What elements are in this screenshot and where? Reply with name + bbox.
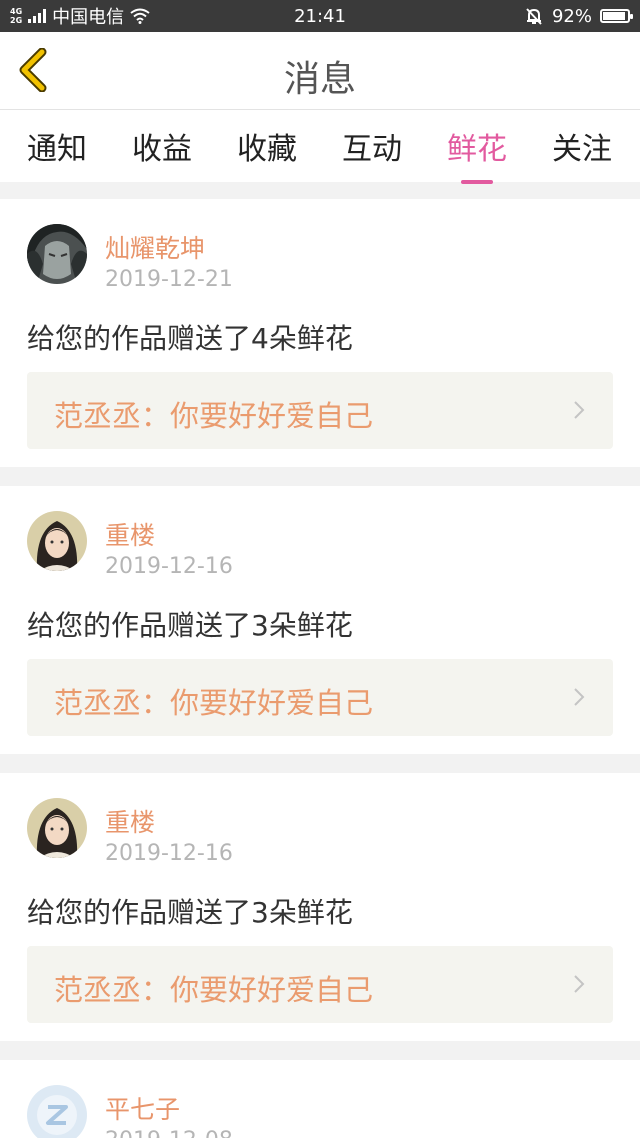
user-avatar[interactable] <box>27 511 87 571</box>
work-title: 范丞丞：你要好好爱自己 <box>54 399 374 433</box>
sender-name[interactable]: 灿耀乾坤 <box>105 229 205 265</box>
tab-notifications[interactable]: 通知 <box>12 124 102 168</box>
tab-bar: 通知 收益 收藏 互动 鲜花 关注 <box>0 110 640 184</box>
battery-fill <box>603 12 626 20</box>
chevron-right-icon <box>574 688 585 706</box>
message-card: 平七子 2019-12-08 <box>0 1060 640 1138</box>
nav-bar: 消息 <box>0 32 640 110</box>
work-link[interactable]: 范丞丞：你要好好爱自己 <box>27 946 613 1023</box>
active-tab-indicator <box>461 180 493 184</box>
user-avatar[interactable] <box>27 798 87 858</box>
tab-label: 收藏 <box>237 132 297 167</box>
tab-earnings[interactable]: 收益 <box>117 124 207 168</box>
sender-name[interactable]: 平七子 <box>105 1090 180 1126</box>
work-title: 范丞丞：你要好好爱自己 <box>54 973 374 1007</box>
work-link[interactable]: 范丞丞：你要好好爱自己 <box>27 659 613 736</box>
battery-icon <box>600 9 633 23</box>
sender-name[interactable]: 重楼 <box>105 803 155 839</box>
message-content: 给您的作品赠送了3朵鲜花 <box>27 609 353 642</box>
status-bar: 4G 2G 中国电信 21:41 92% <box>0 0 640 32</box>
user-avatar[interactable] <box>27 224 87 284</box>
page-title: 消息 <box>283 59 356 100</box>
user-avatar[interactable] <box>27 1085 87 1138</box>
message-date: 2019-12-08 <box>105 1128 233 1138</box>
alarm-muted-icon <box>526 8 542 25</box>
work-link[interactable]: 范丞丞：你要好好爱自己 <box>27 372 613 449</box>
chevron-right-icon <box>574 975 585 993</box>
tab-label: 关注 <box>552 132 612 167</box>
message-date: 2019-12-16 <box>105 554 233 579</box>
message-card: 重楼 2019-12-16 给您的作品赠送了3朵鲜花 范丞丞：你要好好爱自己 <box>0 486 640 754</box>
battery-percent: 92% <box>551 5 592 27</box>
chevron-right-icon <box>574 401 585 419</box>
message-card: 灿耀乾坤 2019-12-21 给您的作品赠送了4朵鲜花 范丞丞：你要好好爱自己 <box>0 199 640 467</box>
work-title: 范丞丞：你要好好爱自己 <box>54 686 374 720</box>
tab-label: 鲜花 <box>447 132 507 167</box>
tab-following[interactable]: 关注 <box>537 124 627 168</box>
tab-favorites[interactable]: 收藏 <box>222 124 312 168</box>
message-content: 给您的作品赠送了4朵鲜花 <box>27 322 353 355</box>
tab-label: 收益 <box>132 132 192 167</box>
message-date: 2019-12-16 <box>105 841 233 866</box>
status-bar-right: 92% <box>524 0 633 32</box>
sender-name[interactable]: 重楼 <box>105 516 155 552</box>
tab-label: 通知 <box>27 132 87 167</box>
tab-flowers[interactable]: 鲜花 <box>432 124 522 184</box>
message-content: 给您的作品赠送了3朵鲜花 <box>27 896 353 929</box>
message-card: 重楼 2019-12-16 给您的作品赠送了3朵鲜花 范丞丞：你要好好爱自己 <box>0 773 640 1041</box>
tab-label: 互动 <box>342 132 402 167</box>
tab-interactions[interactable]: 互动 <box>327 124 417 168</box>
message-date: 2019-12-21 <box>105 267 233 292</box>
